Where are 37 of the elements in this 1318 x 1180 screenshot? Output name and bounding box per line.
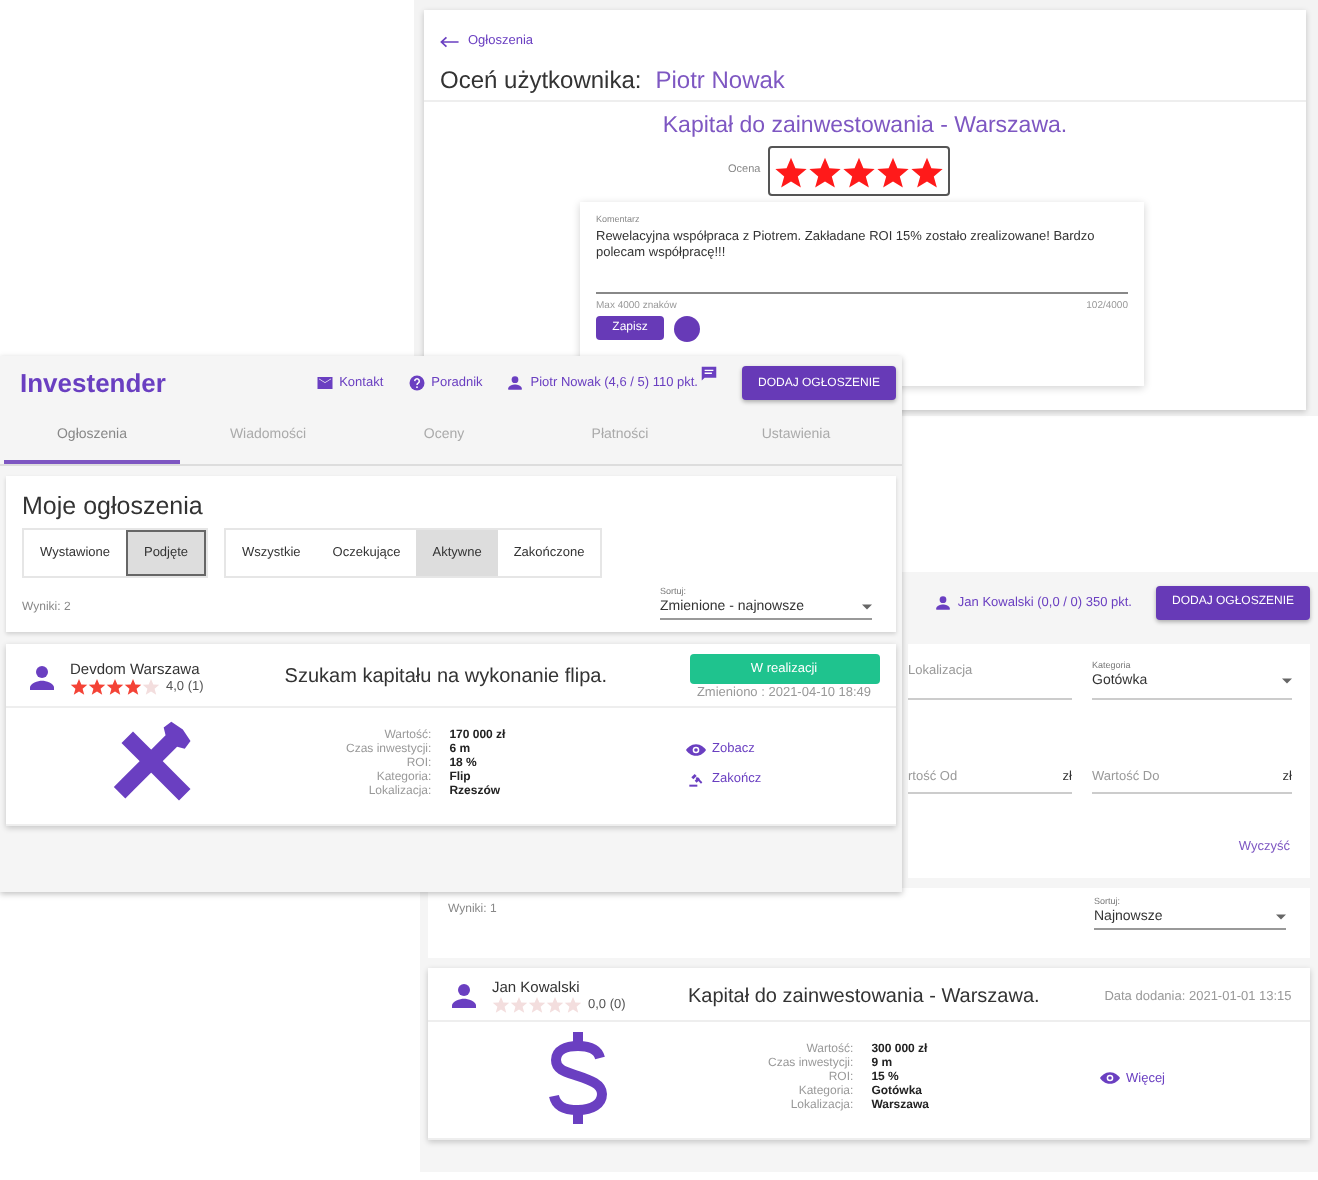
star-icon <box>910 155 945 189</box>
star-icon <box>528 996 546 1014</box>
star-icon <box>842 155 877 189</box>
eye-icon <box>1100 1070 1120 1086</box>
star-icon <box>70 677 88 695</box>
star-icon <box>510 996 528 1014</box>
user-icon <box>933 593 952 611</box>
user-name: Piotr Nowak <box>655 65 785 93</box>
star-icon <box>492 996 510 1014</box>
star-icon <box>808 155 843 189</box>
star-icon <box>546 996 564 1014</box>
user-icon <box>26 661 58 693</box>
dropdown-arrow-icon <box>1276 914 1286 920</box>
star-icon <box>142 677 160 695</box>
star-icon <box>88 677 106 695</box>
rating-input[interactable] <box>768 145 951 195</box>
user-icon <box>506 374 525 392</box>
eye-icon <box>686 741 706 757</box>
section-heading: Moje ogłoszenia <box>22 492 205 520</box>
star-icon <box>876 155 911 189</box>
star-icon <box>564 996 582 1014</box>
listing-title: Kapitał do zainwestowania - Warszawa. <box>685 985 1042 1007</box>
listing-title: Kapitał do zainwestowania - Warszawa. <box>660 113 1070 137</box>
page-heading: Oceń użytkownika: <box>440 65 642 93</box>
dropdown-arrow-icon <box>1282 678 1292 684</box>
logo[interactable]: Investender <box>20 368 166 398</box>
gavel-icon <box>686 771 706 787</box>
help-icon <box>407 374 426 392</box>
dropdown-arrow-icon <box>862 604 872 610</box>
user-icon <box>448 980 480 1012</box>
star-icon <box>106 677 124 695</box>
star-icon <box>124 677 142 695</box>
listing-title: Szukam kapitału na wykonanie flipa. <box>282 666 609 688</box>
star-icon <box>774 155 809 189</box>
chat-icon[interactable] <box>699 366 718 382</box>
mail-icon <box>315 374 334 392</box>
back-arrow-icon <box>440 35 460 47</box>
